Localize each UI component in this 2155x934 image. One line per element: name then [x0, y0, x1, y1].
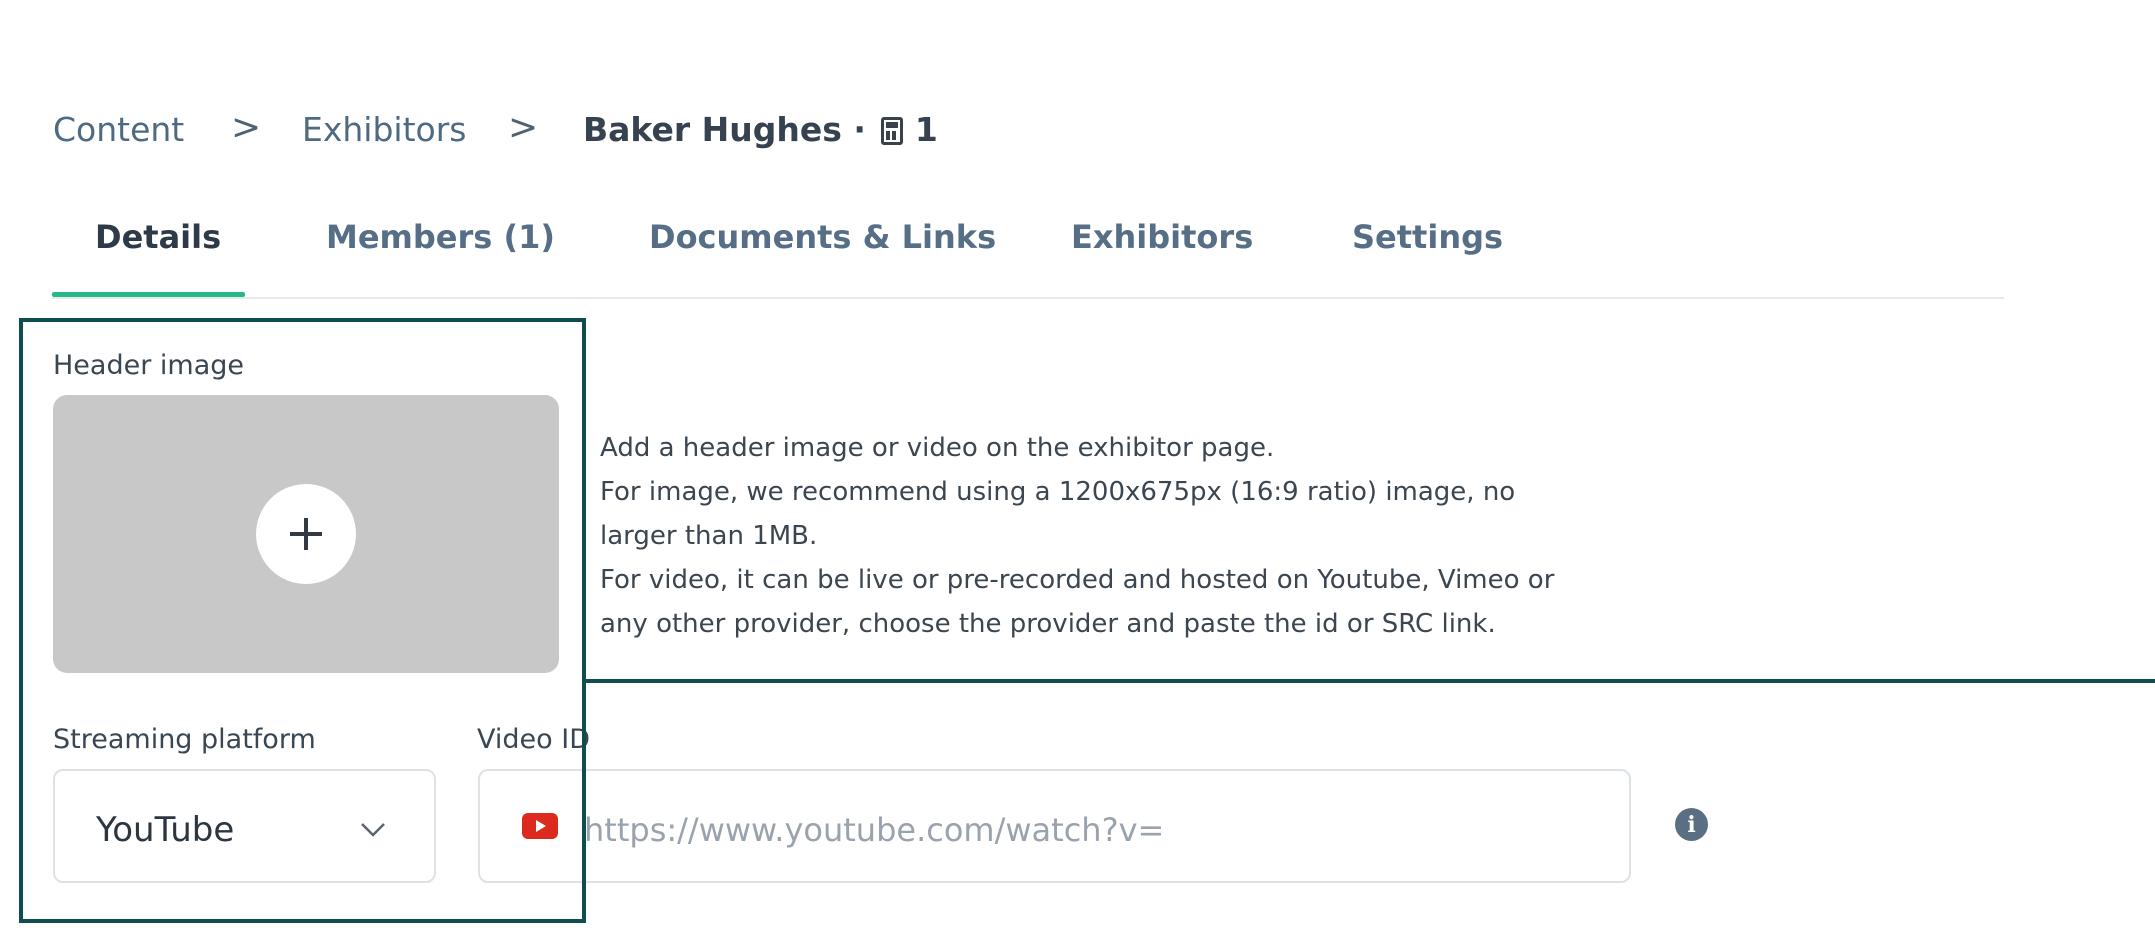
breadcrumb-content-link[interactable]: Content: [53, 108, 184, 152]
breadcrumb-separator-icon: >: [231, 107, 262, 148]
help-line: For video, it can be live or pre-recorde…: [600, 565, 1555, 595]
help-line: larger than 1MB.: [600, 521, 818, 551]
active-tab-indicator: [52, 292, 245, 297]
help-line: any other provider, choose the provider …: [600, 609, 1496, 639]
breadcrumb-current: Baker Hughes · 1: [583, 108, 938, 152]
tab-members[interactable]: Members (1): [326, 215, 555, 259]
tab-settings[interactable]: Settings: [1352, 215, 1503, 259]
breadcrumb-current-label: Baker Hughes ·: [583, 110, 878, 149]
breadcrumb-badge-count: 1: [914, 110, 938, 149]
highlight-box: [19, 318, 586, 923]
booth-icon: [881, 117, 904, 145]
info-icon[interactable]: i: [1675, 808, 1708, 841]
breadcrumb-exhibitors-link[interactable]: Exhibitors: [302, 108, 466, 152]
tab-exhibitors[interactable]: Exhibitors: [1071, 215, 1253, 259]
help-line: Add a header image or video on the exhib…: [600, 433, 1275, 463]
highlight-line: [586, 679, 2155, 683]
tab-documents-links[interactable]: Documents & Links: [649, 215, 996, 259]
video-id-input[interactable]: [584, 808, 1584, 852]
breadcrumb-separator-icon: >: [508, 107, 539, 148]
help-line: For image, we recommend using a 1200x675…: [600, 477, 1516, 507]
tab-details[interactable]: Details: [95, 215, 221, 259]
tabs-divider: [52, 297, 2004, 299]
header-image-help-text: Add a header image or video on the exhib…: [600, 426, 1700, 646]
